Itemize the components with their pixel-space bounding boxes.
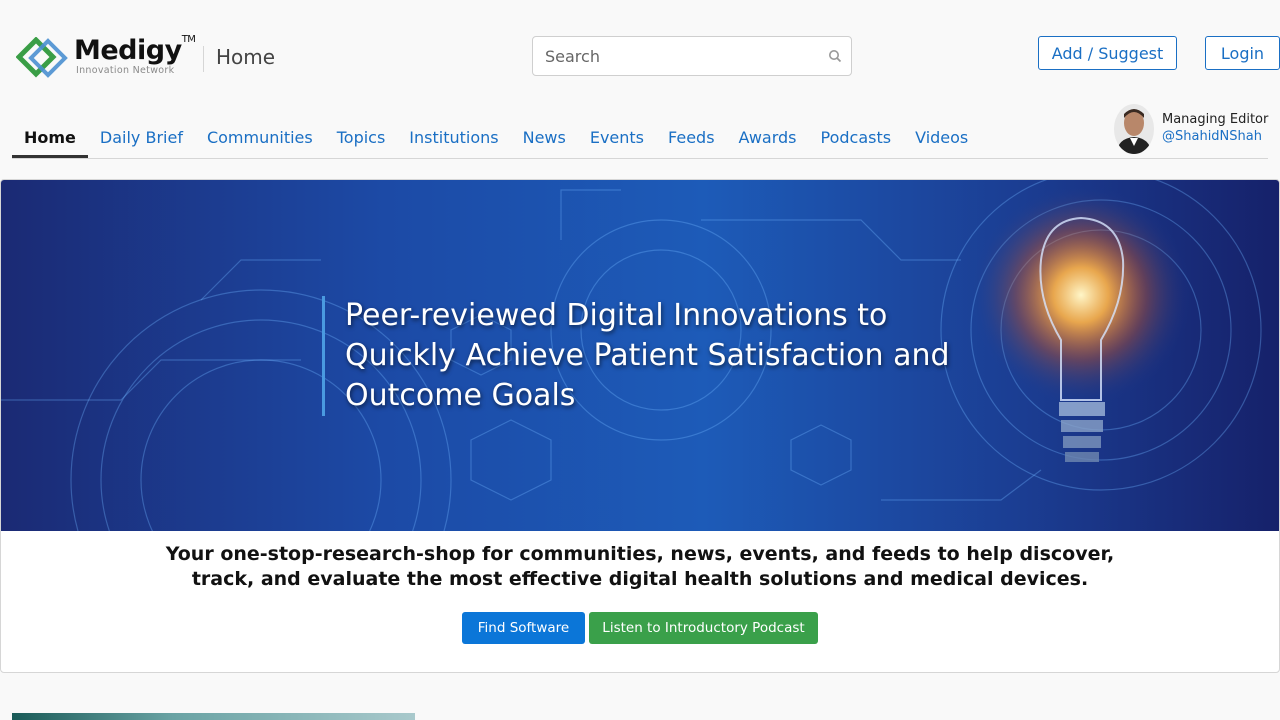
search-input[interactable] bbox=[533, 37, 819, 75]
medigy-logo[interactable]: MedigyTM Innovation Network bbox=[15, 34, 196, 81]
main-nav: Home Daily Brief Communities Topics Inst… bbox=[12, 118, 980, 158]
find-software-button[interactable]: Find Software bbox=[462, 612, 585, 644]
nav-item-events[interactable]: Events bbox=[578, 118, 656, 158]
trademark-mark: TM bbox=[181, 34, 196, 45]
nav-item-communities[interactable]: Communities bbox=[195, 118, 325, 158]
hero-headline: Peer-reviewed Digital Innovations to Qui… bbox=[345, 298, 950, 413]
editor-role: Managing Editor bbox=[1162, 112, 1269, 128]
nav-item-institutions[interactable]: Institutions bbox=[397, 118, 510, 158]
nav-underline bbox=[12, 158, 1268, 159]
logo-tagline: Innovation Network bbox=[76, 65, 175, 76]
hero-headline-block: Peer-reviewed Digital Innovations to Qui… bbox=[322, 296, 965, 416]
hero-banner: Peer-reviewed Digital Innovations to Qui… bbox=[1, 180, 1279, 531]
header-divider bbox=[203, 46, 204, 72]
nav-item-podcasts[interactable]: Podcasts bbox=[809, 118, 904, 158]
listen-podcast-button[interactable]: Listen to Introductory Podcast bbox=[589, 612, 818, 644]
nav-item-home[interactable]: Home bbox=[12, 118, 88, 158]
editor-handle-link[interactable]: @ShahidNShah bbox=[1162, 129, 1268, 146]
hero-tagline: Your one-stop-research-shop for communit… bbox=[165, 543, 1115, 590]
nav-item-topics[interactable]: Topics bbox=[325, 118, 398, 158]
article-thumbnail[interactable] bbox=[12, 713, 415, 720]
login-button[interactable]: Login bbox=[1205, 36, 1280, 70]
nav-item-feeds[interactable]: Feeds bbox=[656, 118, 727, 158]
add-suggest-button[interactable]: Add / Suggest bbox=[1038, 36, 1177, 70]
logo-name: MedigyTM bbox=[74, 34, 196, 66]
hero-tagline-block: Your one-stop-research-shop for communit… bbox=[1, 542, 1279, 592]
avatar[interactable] bbox=[1114, 104, 1154, 154]
nav-item-videos[interactable]: Videos bbox=[903, 118, 980, 158]
search-box[interactable] bbox=[532, 36, 852, 76]
nav-item-awards[interactable]: Awards bbox=[727, 118, 809, 158]
managing-editor[interactable]: Managing Editor @ShahidNShah bbox=[1114, 104, 1268, 154]
page-title: Home bbox=[216, 45, 276, 69]
hero-card: Peer-reviewed Digital Innovations to Qui… bbox=[0, 179, 1280, 673]
nav-item-daily-brief[interactable]: Daily Brief bbox=[88, 118, 195, 158]
medigy-logo-icon bbox=[15, 36, 70, 79]
search-icon[interactable] bbox=[819, 37, 851, 75]
lightbulb-icon bbox=[971, 185, 1191, 462]
nav-item-news[interactable]: News bbox=[511, 118, 578, 158]
